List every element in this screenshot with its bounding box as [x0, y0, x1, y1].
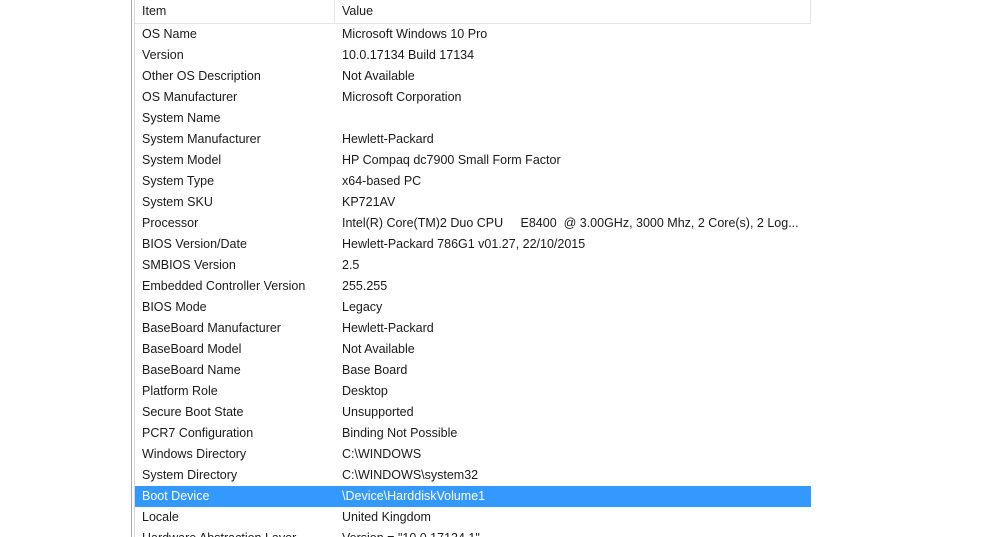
- table-row[interactable]: OS Manufacturer Microsoft Corporation: [135, 87, 811, 108]
- row-item-label: Secure Boot State: [142, 405, 244, 419]
- table-row[interactable]: SMBIOS Version 2.5: [135, 255, 811, 276]
- row-value: x64-based PC: [342, 174, 422, 188]
- row-value: KP721AV: [342, 195, 396, 209]
- table-row[interactable]: Windows Directory C:\WINDOWS: [135, 444, 811, 465]
- row-value: 255.255: [342, 279, 388, 293]
- table-row[interactable]: Platform Role Desktop: [135, 381, 811, 402]
- row-value: Legacy: [342, 300, 383, 314]
- row-item-label: System Model: [142, 153, 222, 167]
- row-value: Hewlett-Packard: [342, 321, 434, 335]
- row-value: Base Board: [342, 363, 408, 377]
- table-row-selected[interactable]: Boot Device \Device\HarddiskVolume1: [135, 486, 811, 507]
- row-item-label: Platform Role: [142, 384, 218, 398]
- row-item-label: BIOS Version/Date: [142, 237, 247, 251]
- table-row[interactable]: BaseBoard Name Base Board: [135, 360, 811, 381]
- row-value: Hewlett-Packard 786G1 v01.27, 22/10/2015: [342, 237, 586, 251]
- row-item-label: Hardware Abstraction Layer: [142, 528, 332, 537]
- table-row[interactable]: OS Name Microsoft Windows 10 Pro: [135, 24, 811, 45]
- row-item-label: System Name: [142, 111, 221, 125]
- row-item-label: OS Name: [142, 27, 197, 41]
- table-row[interactable]: System Model HP Compaq dc7900 Small Form …: [135, 150, 811, 171]
- table-row[interactable]: Hardware Abstraction Layer Version = "10.…: [135, 528, 811, 537]
- table-row[interactable]: BIOS Mode Legacy: [135, 297, 811, 318]
- table-row[interactable]: Processor Intel(R) Core(TM)2 Duo CPU E840…: [135, 213, 811, 234]
- table-row[interactable]: BIOS Version/Date Hewlett-Packard 786G1 v…: [135, 234, 811, 255]
- row-item-label: OS Manufacturer: [142, 90, 238, 104]
- row-value: Binding Not Possible: [342, 426, 458, 440]
- pane-splitter[interactable]: [131, 0, 132, 537]
- row-value: Microsoft Corporation: [342, 90, 462, 104]
- table-row[interactable]: System Type x64-based PC: [135, 171, 811, 192]
- table-row[interactable]: Version 10.0.17134 Build 17134: [135, 45, 811, 66]
- row-value: Not Available: [342, 69, 415, 83]
- list-header: Item Value: [135, 0, 811, 24]
- row-value: HP Compaq dc7900 Small Form Factor: [342, 153, 561, 167]
- table-row[interactable]: System Name: [135, 108, 811, 129]
- row-value: Microsoft Windows 10 Pro: [342, 27, 488, 41]
- row-item-label: Windows Directory: [142, 447, 247, 461]
- table-row[interactable]: System SKU KP721AV: [135, 192, 811, 213]
- row-item-label: PCR7 Configuration: [142, 426, 254, 440]
- row-item-label: Other OS Description: [142, 69, 261, 83]
- row-value: [342, 108, 808, 129]
- row-value: 10.0.17134 Build 17134: [342, 48, 475, 62]
- table-row[interactable]: System Directory C:\WINDOWS\system32: [135, 465, 811, 486]
- row-value: Intel(R) Core(TM)2 Duo CPU E8400 @ 3.00G…: [342, 216, 799, 230]
- row-item-label: System SKU: [142, 195, 213, 209]
- row-value: Version = "10.0.17134.1": [342, 528, 808, 537]
- list-rows: OS Name Microsoft Windows 10 Pro Version 10…: [135, 24, 811, 537]
- row-item-label: Version: [142, 48, 184, 62]
- row-item-label: System Type: [142, 174, 215, 188]
- table-row[interactable]: System Manufacturer Hewlett-Packard: [135, 129, 811, 150]
- system-summary-list[interactable]: Item Value OS Name Microsoft Windows 10 P…: [135, 0, 811, 537]
- row-item-label: System Manufacturer: [142, 132, 261, 146]
- row-item-label: SMBIOS Version: [142, 258, 236, 272]
- row-item-label: Boot Device: [142, 489, 210, 503]
- row-value: C:\WINDOWS: [342, 447, 422, 461]
- column-divider-end[interactable]: [810, 0, 811, 23]
- row-item-label: Locale: [142, 510, 179, 524]
- row-value: Not Available: [342, 342, 415, 356]
- row-value: Unsupported: [342, 405, 414, 419]
- system-information-window: Item Value OS Name Microsoft Windows 10 P…: [0, 0, 1002, 537]
- table-row[interactable]: Other OS Description Not Available: [135, 66, 811, 87]
- row-item-label: BaseBoard Name: [142, 363, 241, 377]
- row-item-label: BaseBoard Model: [142, 342, 242, 356]
- table-row[interactable]: Locale United Kingdom: [135, 507, 811, 528]
- row-value: United Kingdom: [342, 510, 431, 524]
- table-row[interactable]: PCR7 Configuration Binding Not Possible: [135, 423, 811, 444]
- row-item-label: BIOS Mode: [142, 300, 207, 314]
- row-value: Desktop: [342, 384, 388, 398]
- row-value: \Device\HarddiskVolume1: [342, 489, 486, 503]
- category-tree-pane[interactable]: [0, 0, 131, 537]
- row-value: C:\WINDOWS\system32: [342, 468, 479, 482]
- table-row[interactable]: Embedded Controller Version 255.255: [135, 276, 811, 297]
- column-header-item[interactable]: Item: [135, 0, 335, 23]
- row-item-label: System Directory: [142, 468, 238, 482]
- row-value: 2.5: [342, 258, 360, 272]
- row-item-label: Processor: [142, 216, 199, 230]
- row-item-label: Embedded Controller Version: [142, 279, 306, 293]
- table-row[interactable]: BaseBoard Model Not Available: [135, 339, 811, 360]
- table-row[interactable]: BaseBoard Manufacturer Hewlett-Packard: [135, 318, 811, 339]
- row-value: Hewlett-Packard: [342, 132, 434, 146]
- table-row[interactable]: Secure Boot State Unsupported: [135, 402, 811, 423]
- row-item-label: BaseBoard Manufacturer: [142, 321, 281, 335]
- column-header-value[interactable]: Value: [335, 0, 811, 23]
